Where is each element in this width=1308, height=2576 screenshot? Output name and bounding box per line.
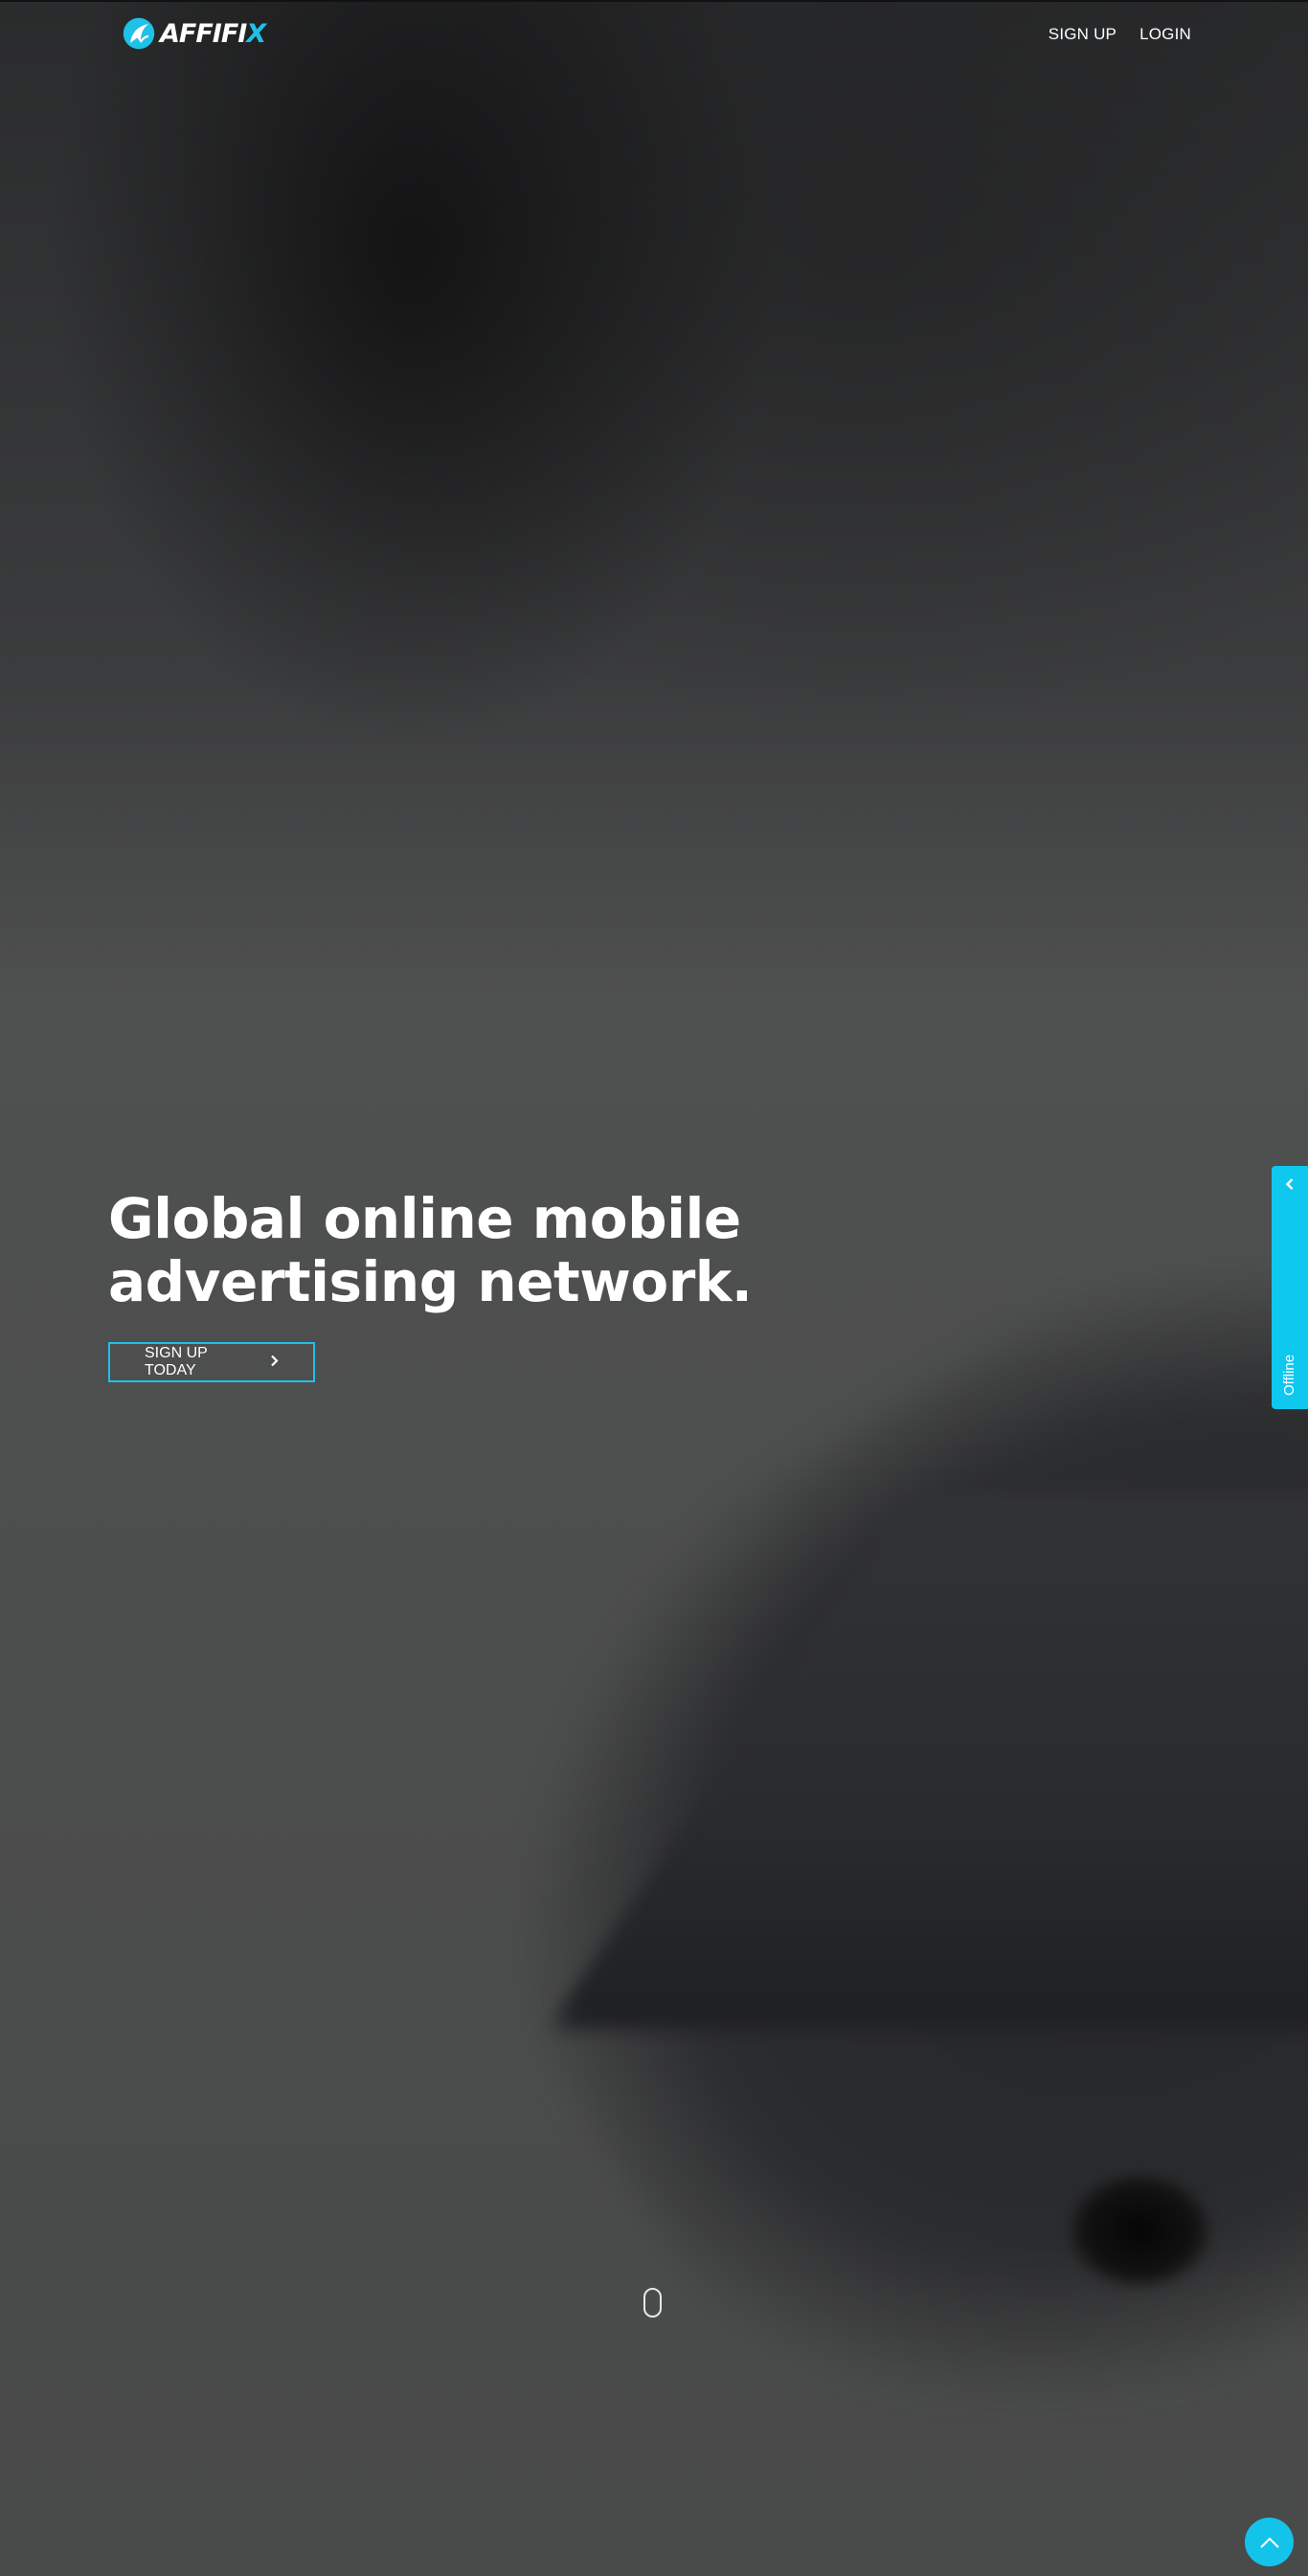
logo-wordmark-main: AFFIFI xyxy=(160,18,247,49)
hero-title-line-2: advertising network. xyxy=(108,1249,753,1314)
sign-up-today-button[interactable]: SIGN UP TODAY xyxy=(108,1342,315,1382)
back-to-top-button[interactable] xyxy=(1245,2518,1294,2566)
sign-up-today-label: SIGN UP TODAY xyxy=(145,1345,208,1378)
hero-title: Global online mobile advertising network… xyxy=(108,1187,836,1313)
page: AFFIFIX SIGN UP LOGIN Global online mobi… xyxy=(0,0,1308,2576)
hero-section: Global online mobile advertising network… xyxy=(108,1187,836,1382)
main-nav: SIGN UP LOGIN xyxy=(1049,25,1191,44)
site-header: AFFIFIX SIGN UP LOGIN xyxy=(0,0,1308,69)
chevron-left-icon[interactable] xyxy=(1272,1176,1308,1196)
chevron-right-icon xyxy=(270,1355,279,1370)
chat-status-label: Offline xyxy=(1281,1354,1297,1396)
logo-wordmark-accent: X xyxy=(246,18,266,49)
hero-title-line-1: Global online mobile xyxy=(108,1186,741,1251)
chat-widget-tab[interactable]: Offline xyxy=(1272,1166,1308,1409)
nav-sign-up[interactable]: SIGN UP xyxy=(1049,25,1116,44)
logo-wordmark: AFFIFIX xyxy=(160,18,266,49)
mouse-icon[interactable] xyxy=(643,2288,662,2318)
logo-icon xyxy=(123,17,155,50)
brand-logo[interactable]: AFFIFIX xyxy=(122,16,266,51)
background-phone-home-button xyxy=(1068,2173,1211,2288)
chevron-up-icon xyxy=(1259,2537,1279,2548)
nav-login[interactable]: LOGIN xyxy=(1139,25,1191,44)
